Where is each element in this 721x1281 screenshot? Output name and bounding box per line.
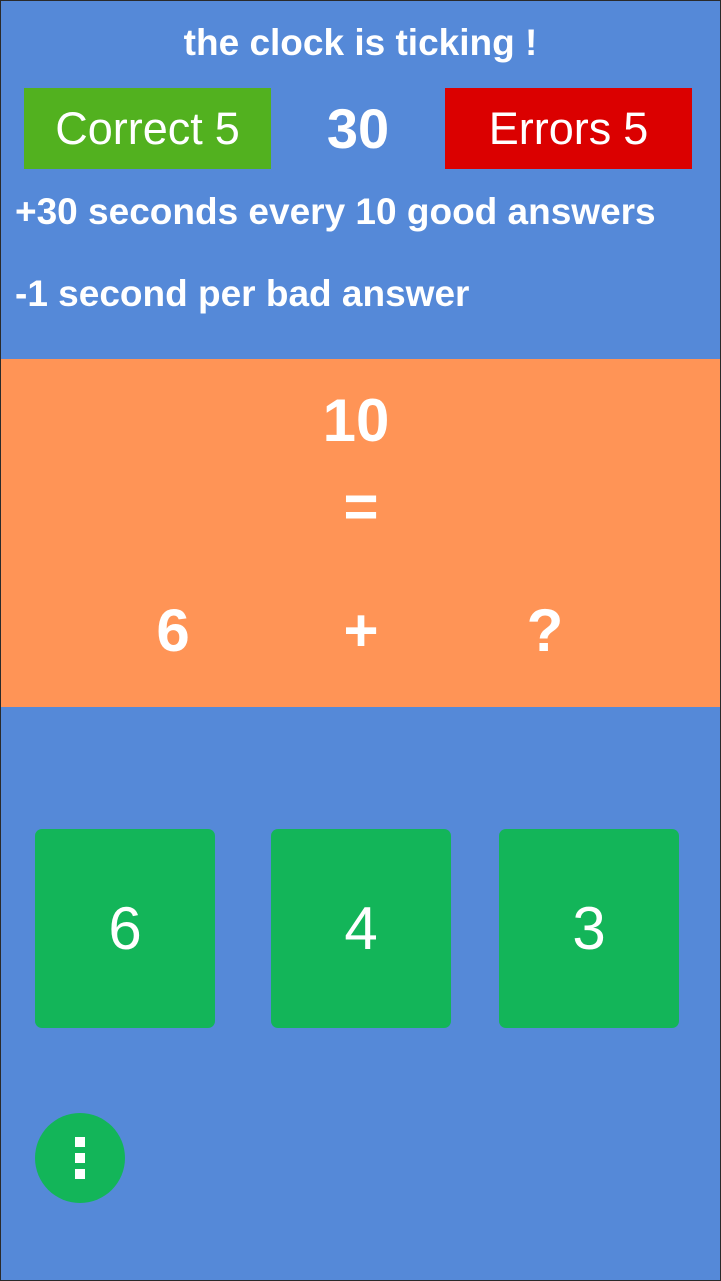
equation-operand: 6 bbox=[156, 597, 190, 664]
menu-button[interactable] bbox=[35, 1113, 125, 1203]
clock-ticking-message: the clock is ticking ! bbox=[183, 22, 538, 63]
answer-button-3[interactable]: 3 bbox=[499, 829, 679, 1028]
correct-score-box: Correct 5 bbox=[24, 88, 271, 169]
game-screen: the clock is ticking ! Correct 5 30 Error… bbox=[0, 0, 721, 1281]
equation-result: 10 bbox=[322, 387, 390, 454]
errors-score-box: Errors 5 bbox=[445, 88, 692, 169]
errors-label: Errors bbox=[488, 103, 612, 154]
penalty-time-rule: -1 second per bad answer bbox=[15, 273, 470, 314]
correct-label: Correct bbox=[55, 103, 203, 154]
errors-count: 5 bbox=[623, 103, 649, 154]
equation-unknown: ? bbox=[526, 597, 564, 664]
bonus-time-rule: +30 seconds every 10 good answers bbox=[15, 191, 656, 232]
equation-operator: + bbox=[343, 597, 379, 664]
equation-panel: 10 = 6 + ? bbox=[1, 359, 720, 707]
more-vertical-icon bbox=[74, 1136, 86, 1180]
countdown-timer: 30 bbox=[326, 97, 390, 160]
answer-button-2[interactable]: 4 bbox=[271, 829, 451, 1028]
answer-button-1[interactable]: 6 bbox=[35, 829, 215, 1028]
equation-equals-sign: = bbox=[343, 473, 379, 540]
correct-count: 5 bbox=[214, 103, 240, 154]
